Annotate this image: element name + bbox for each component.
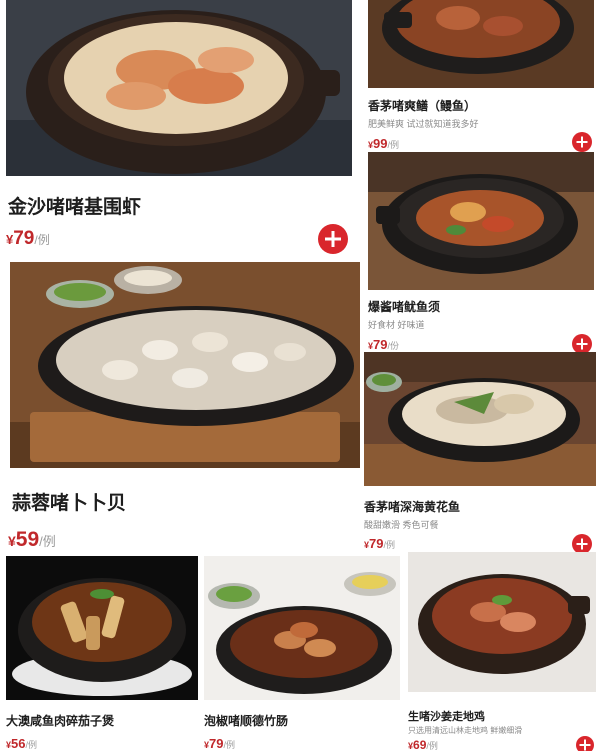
dish-price: ¥56/例 [6,736,37,751]
dish-photo [6,0,352,176]
dish-photo [10,262,360,468]
dish-name: 金沙啫啫基围虾 [8,197,142,218]
dish-card-eggplant[interactable]: 大澳咸鱼肉碎茄子煲 ¥56/例 [0,552,200,751]
dish-price: ¥79/例 [364,536,395,551]
dish-card-jinsha-shrimp[interactable]: 金沙啫啫基围虾 ¥79/例 [0,0,360,258]
price-value: 79 [369,536,384,551]
dish-name: 蒜蓉啫卜卜贝 [12,493,127,514]
dish-name: 爆酱啫鱿鱼须 [368,300,441,314]
dish-card-clams[interactable]: 蒜蓉啫卜卜贝 ¥59/例 [0,258,364,552]
dish-price: ¥79/例 [6,228,50,250]
dish-photo [408,552,596,692]
price-value: 59 [15,528,40,551]
price-value: 79 [209,736,224,751]
add-to-cart-button[interactable] [572,132,592,152]
dish-description: 好食材 好味道 [368,320,425,330]
price-value: 69 [413,738,427,751]
dish-photo [364,352,596,486]
dish-name: 泡椒啫顺德竹肠 [204,714,289,728]
price-value: 79 [373,337,388,352]
dish-description: 酸甜嫩滑 秀色可餐 [364,520,439,530]
add-to-cart-button[interactable] [576,736,594,751]
dish-card-bamboo-intestine[interactable]: 泡椒啫顺德竹肠 ¥79/例 [200,552,404,751]
price-value: 79 [13,228,35,249]
dish-card-ginger-chicken[interactable]: 生啫沙姜走地鸡 只选用清远山林走地鸡 鲜嫩细滑 ¥69/例 [404,552,600,751]
dish-name: 生啫沙姜走地鸡 [408,711,485,723]
price-value: 99 [373,136,388,151]
dish-name: 香茅啫爽鳝（鳗鱼） [368,99,477,113]
dish-price: ¥99/例 [368,136,399,151]
price-unit: /份 [387,341,399,351]
dish-photo [204,556,400,700]
price-unit: /例 [383,540,395,550]
dish-card-yellow-croaker[interactable]: 香茅啫深海黄花鱼 酸甜嫩滑 秀色可餐 ¥79/例 [364,352,600,554]
dish-name: 香茅啫深海黄花鱼 [364,500,461,514]
price-unit: /例 [426,741,438,751]
dish-card-squid[interactable]: 爆酱啫鱿鱼须 好食材 好味道 ¥79/份 [364,152,600,354]
dish-card-eel[interactable]: 香茅啫爽鳝（鳗鱼） 肥美鲜爽 试过就知道我多好 ¥99/例 [364,0,600,152]
dish-price: ¥69/例 [408,738,438,751]
dish-photo [368,152,594,290]
dish-photo [6,556,198,700]
add-to-cart-button[interactable] [572,534,592,554]
currency-symbol: ¥ [8,533,16,549]
dish-name: 大澳咸鱼肉碎茄子煲 [6,714,115,728]
add-to-cart-button[interactable] [572,334,592,354]
price-unit: /例 [387,140,399,150]
dish-price: ¥59/例 [8,528,56,552]
price-unit: /例 [34,233,50,247]
price-unit: /例 [223,740,235,750]
dish-photo [368,0,594,88]
dish-price: ¥79/例 [204,736,235,751]
price-value: 56 [11,736,26,751]
price-unit: /例 [25,740,37,750]
add-to-cart-button[interactable] [318,224,348,254]
price-unit: /例 [39,534,56,549]
dish-description: 肥美鲜爽 试过就知道我多好 [368,119,479,129]
dish-description: 只选用清远山林走地鸡 鲜嫩细滑 [408,726,523,735]
dish-price: ¥79/份 [368,337,399,352]
